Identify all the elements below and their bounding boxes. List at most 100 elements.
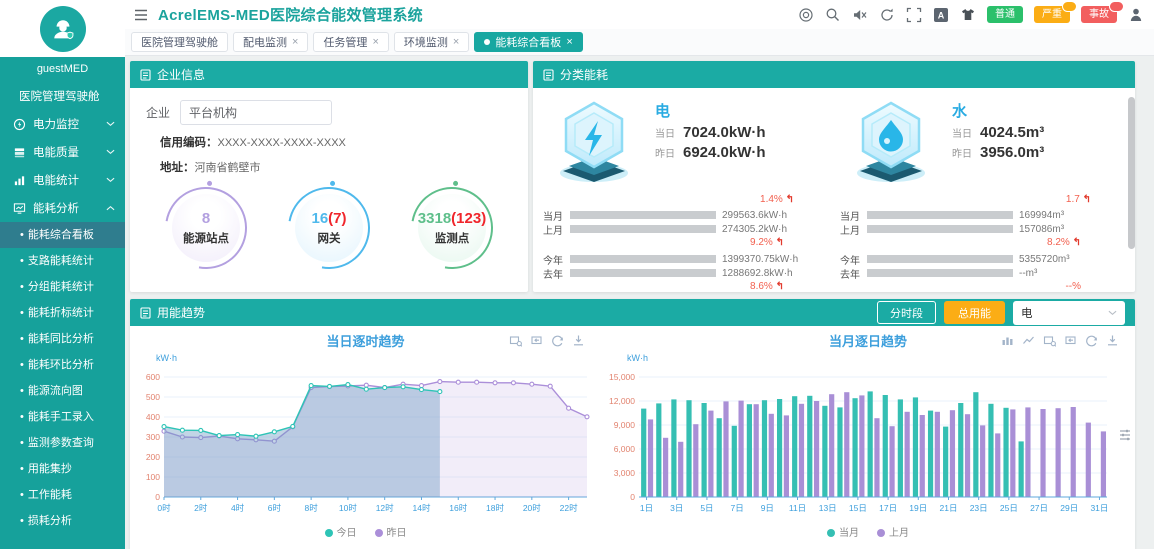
tab-4[interactable]: 环境监测 × bbox=[393, 32, 470, 52]
toolbox-restore-icon[interactable] bbox=[1085, 334, 1098, 347]
sidebar-subitem-1[interactable]: • 能耗综合看板 bbox=[0, 222, 125, 248]
daily-trend-chart-block: 当月逐日趋势 kW·h 0 3,000 6,000 9,000 12,000 15,000… bbox=[601, 326, 1135, 539]
sidebar-group-2[interactable]: 电能质量 bbox=[0, 138, 125, 166]
sidebar-subitem-8[interactable]: • 能耗手工录入 bbox=[0, 404, 125, 430]
tab-2[interactable]: 配电监测 × bbox=[233, 32, 309, 52]
total-energy-button[interactable]: 总用能 bbox=[944, 301, 1005, 324]
svg-text:12,000: 12,000 bbox=[609, 396, 635, 406]
energy-row-value: 3956.0m³ bbox=[980, 144, 1045, 161]
energy-panel-title: 分类能耗 bbox=[560, 68, 609, 82]
svg-text:14时: 14时 bbox=[412, 503, 430, 513]
bar-value: 274305.2kW·h bbox=[722, 223, 788, 235]
toolbox-line-chart-icon[interactable] bbox=[1022, 334, 1035, 347]
daily-trend-chart[interactable]: 0 3,000 6,000 9,000 12,000 15,000 1日 3日 5日 7日 9日 11… bbox=[601, 371, 1135, 523]
svg-text:5日: 5日 bbox=[700, 503, 713, 513]
toolbox-bar-chart-icon[interactable] bbox=[1001, 334, 1014, 347]
sidebar-group-label: 能耗分析 bbox=[33, 203, 79, 215]
search-icon[interactable] bbox=[825, 7, 841, 23]
sidebar-item-dashboard[interactable]: 医院管理驾驶舱 bbox=[0, 82, 125, 110]
sidebar-subitem-12[interactable]: • 损耗分析 bbox=[0, 508, 125, 534]
energy-row-label: 当日 bbox=[952, 129, 972, 140]
sound-muted-icon[interactable] bbox=[852, 7, 868, 23]
sidebar-subitem-11[interactable]: • 工作能耗 bbox=[0, 482, 125, 508]
tab-close-icon[interactable]: × bbox=[372, 36, 378, 48]
sidebar-subitem-10[interactable]: • 用能集抄 bbox=[0, 456, 125, 482]
stat-ring: 3318(123) 监测点 bbox=[395, 170, 510, 286]
tab-label: 环境监测 bbox=[403, 37, 448, 49]
sidebar-subitem-label: 能源流向图 bbox=[27, 385, 83, 397]
sidebar-subitem-label: 用能集抄 bbox=[27, 463, 72, 475]
chevron-down-icon bbox=[106, 177, 115, 183]
bar-track bbox=[570, 269, 716, 277]
toolbox-download-icon[interactable] bbox=[1106, 334, 1119, 347]
tab-close-icon[interactable]: × bbox=[566, 36, 572, 48]
svg-text:0: 0 bbox=[155, 492, 160, 502]
sidebar-subitem-2[interactable]: • 支路能耗统计 bbox=[0, 248, 125, 274]
fullscreen-icon[interactable] bbox=[906, 7, 922, 23]
sidebar-subitem-4[interactable]: • 能耗折标统计 bbox=[0, 300, 125, 326]
hourly-trend-chart[interactable]: 0 100 200 300 400 500 600 0时 2时 4时 6时 8时 10时 12时 14时 16… bbox=[130, 371, 601, 523]
alarm-badge-1[interactable]: 普通 bbox=[987, 6, 1023, 23]
legend-item[interactable]: 当月 bbox=[827, 524, 859, 539]
sidebar-subitem-5[interactable]: • 能耗同比分析 bbox=[0, 326, 125, 352]
toolbox-restore-icon[interactable] bbox=[551, 334, 564, 347]
scrollbar-thumb[interactable] bbox=[1128, 97, 1135, 249]
stat-circle-1: 8 能源站点 bbox=[148, 170, 263, 286]
toolbox-datazoom-icon[interactable] bbox=[509, 334, 522, 347]
svg-text:20时: 20时 bbox=[523, 503, 541, 513]
energy-type-select[interactable]: 电 bbox=[1013, 300, 1125, 325]
svg-text:21日: 21日 bbox=[939, 503, 957, 513]
refresh-icon[interactable] bbox=[879, 7, 895, 23]
increase-arrow-icon: ↰ bbox=[775, 281, 784, 292]
svg-text:400: 400 bbox=[146, 412, 160, 422]
user-icon[interactable] bbox=[1128, 7, 1144, 23]
increase-arrow-icon: ↰ bbox=[1072, 237, 1081, 248]
sidebar-subitem-label: 工作能耗 bbox=[27, 489, 72, 501]
sidebar-group-4[interactable]: 能耗分析 bbox=[0, 194, 125, 222]
tab-1[interactable]: 医院管理驾驶舱 bbox=[131, 32, 228, 52]
tab-close-icon[interactable]: × bbox=[292, 36, 298, 48]
toolbox-download-icon[interactable] bbox=[572, 334, 585, 347]
sidebar-subitem-9[interactable]: • 监测参数查询 bbox=[0, 430, 125, 456]
bar-value: 169994m³ bbox=[1019, 209, 1065, 221]
sidebar-subitem-label: 分组能耗统计 bbox=[27, 281, 94, 293]
target-icon[interactable] bbox=[798, 7, 814, 23]
tab-close-icon[interactable]: × bbox=[453, 36, 459, 48]
alarm-badge-2[interactable]: 严重 bbox=[1034, 1, 1077, 23]
sidebar-subitem-3[interactable]: • 分组能耗统计 bbox=[0, 274, 125, 300]
stat-label: 能源站点 bbox=[182, 233, 229, 245]
analysis-icon bbox=[13, 202, 26, 215]
stat-value: 8 bbox=[201, 210, 210, 227]
sidebar-subitem-7[interactable]: • 能源流向图 bbox=[0, 378, 125, 404]
legend-item[interactable]: 昨日 bbox=[374, 524, 407, 539]
electricity-hex-icon bbox=[543, 97, 645, 194]
company-input[interactable] bbox=[180, 100, 333, 125]
chevron-up-icon bbox=[106, 205, 115, 211]
svg-text:19日: 19日 bbox=[909, 503, 927, 513]
day-change: 1.4% ↰ bbox=[760, 194, 794, 205]
sidebar-subitem-6[interactable]: • 能耗环比分析 bbox=[0, 352, 125, 378]
stat-value: 3318(123) bbox=[418, 210, 487, 227]
quality-icon bbox=[13, 146, 26, 159]
sidebar-group-1[interactable]: 电力监控 bbox=[0, 110, 125, 138]
tab-3[interactable]: 任务管理 × bbox=[313, 32, 389, 52]
stat-label: 网关 bbox=[317, 233, 341, 245]
translate-icon[interactable]: A bbox=[933, 7, 949, 23]
toolbox-zoom-reset-icon[interactable] bbox=[1064, 334, 1077, 347]
legend-dot-icon bbox=[877, 529, 885, 537]
engineer-avatar[interactable] bbox=[39, 5, 86, 52]
alarm-badge-3[interactable]: 事故 bbox=[1081, 1, 1124, 23]
energy-section-water: 水当日 4024.5m³ 昨日 3956.0m³ 1.7 ↰ 当月 169994m³ 上月 15… bbox=[834, 97, 1131, 296]
sidebar-subitem-label: 能耗折标统计 bbox=[27, 307, 94, 319]
legend-item[interactable]: 上月 bbox=[877, 524, 909, 539]
theme-skin-icon[interactable] bbox=[960, 7, 976, 23]
chart-drag-handle-icon[interactable] bbox=[1119, 428, 1131, 442]
energy-bar-row: 上月 274305.2kW·h bbox=[543, 222, 828, 237]
sidebar-group-3[interactable]: 电能统计 bbox=[0, 166, 125, 194]
hamburger-menu-icon[interactable] bbox=[133, 7, 149, 23]
toolbox-zoom-reset-icon[interactable] bbox=[530, 334, 543, 347]
time-period-button[interactable]: 分时段 bbox=[877, 301, 936, 324]
toolbox-datazoom-icon[interactable] bbox=[1043, 334, 1056, 347]
legend-item[interactable]: 今日 bbox=[324, 524, 357, 539]
tab-5[interactable]: 能耗综合看板 × bbox=[474, 32, 583, 52]
